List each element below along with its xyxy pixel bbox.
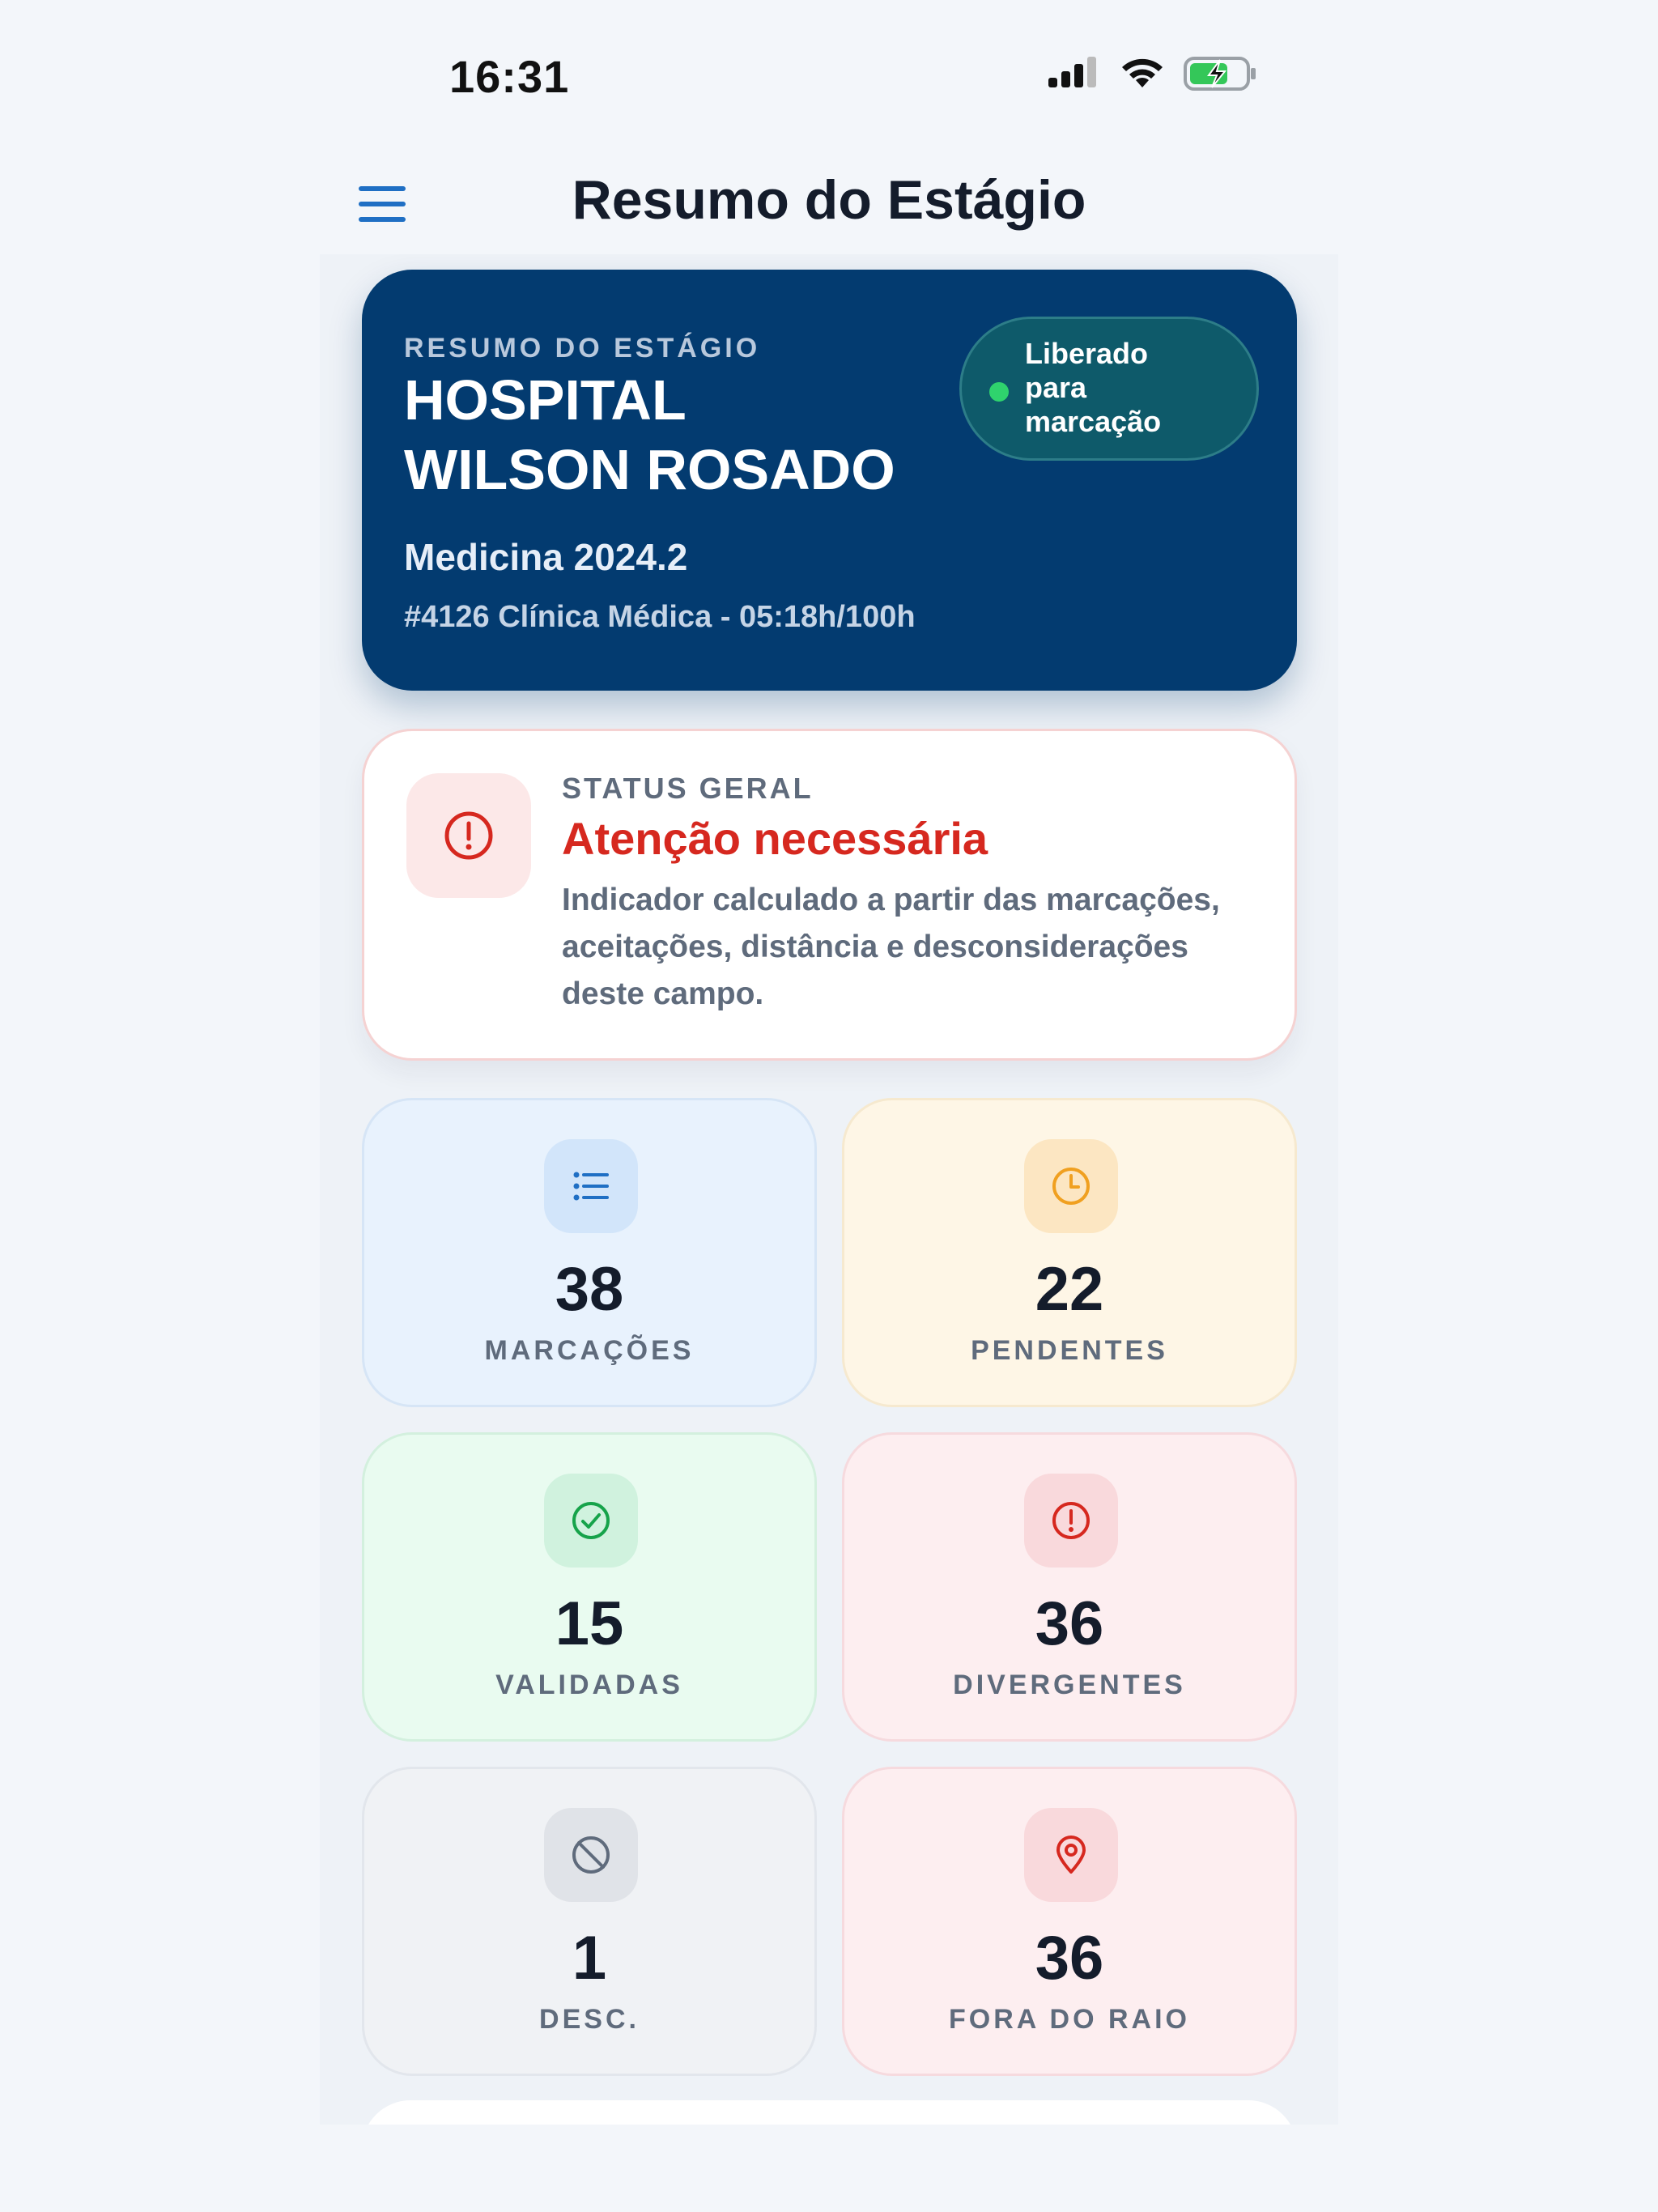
stat-icon-box xyxy=(544,1139,638,1233)
stat-tile-validadas[interactable]: 15 VALIDADAS xyxy=(362,1432,817,1742)
stat-tile-fora-do-raio[interactable]: 36 FORA DO RAIO xyxy=(842,1767,1297,2076)
hero-eyebrow: RESUMO DO ESTÁGIO xyxy=(404,333,761,364)
check-circle-icon xyxy=(572,1502,610,1539)
badge-label-line2: para xyxy=(1025,371,1087,404)
badge-label-line3: marcação xyxy=(1025,405,1162,438)
stat-label: DIVERGENTES xyxy=(953,1670,1186,1700)
internship-summary-card: RESUMO DO ESTÁGIO HOSPITAL WILSON ROSADO… xyxy=(362,270,1297,691)
stat-icon-box xyxy=(544,1808,638,1902)
wifi-icon xyxy=(1122,58,1163,87)
course-detail: #4126 Clínica Médica - 05:18h/100h xyxy=(404,600,916,634)
stat-tile-divergentes[interactable]: 36 DIVERGENTES xyxy=(842,1432,1297,1742)
status-title: Atenção necessária xyxy=(562,813,988,864)
stat-label: PENDENTES xyxy=(971,1335,1168,1366)
stat-label: FORA DO RAIO xyxy=(949,2004,1190,2035)
content-area: RESUMO DO ESTÁGIO HOSPITAL WILSON ROSADO… xyxy=(320,254,1338,2125)
alert-circle-icon xyxy=(444,811,493,860)
stat-label: DESC. xyxy=(539,2004,640,2035)
app-screen: 16:31 Resumo do Estágio RESUMO DO ESTÁGI… xyxy=(318,0,1340,2212)
stat-value: 1 xyxy=(572,1924,607,1993)
hospital-name: HOSPITAL WILSON ROSADO xyxy=(404,365,954,504)
status-time: 16:31 xyxy=(449,51,570,102)
status-dot-icon xyxy=(989,382,1009,402)
stat-tile-marcacoes[interactable]: 38 MARCAÇÕES xyxy=(362,1098,817,1407)
stat-value: 15 xyxy=(555,1589,624,1658)
map-pin-icon xyxy=(1056,1836,1086,1874)
stat-value: 36 xyxy=(1035,1924,1104,1993)
stat-value: 36 xyxy=(1035,1589,1104,1658)
alert-circle-icon xyxy=(1052,1502,1090,1539)
stat-icon-box xyxy=(1024,1139,1118,1233)
stat-value: 22 xyxy=(1035,1255,1104,1324)
general-status-card: STATUS GERAL Atenção necessária Indicado… xyxy=(362,729,1297,1061)
stat-icon-box xyxy=(544,1474,638,1568)
stat-icon-box xyxy=(1024,1474,1118,1568)
stat-label: MARCAÇÕES xyxy=(484,1335,695,1366)
availability-badge: Liberado para marcação xyxy=(959,317,1259,461)
ban-icon xyxy=(572,1836,610,1874)
signal-icon xyxy=(1048,57,1096,87)
badge-label-line1: Liberado xyxy=(1025,337,1149,370)
stat-label: VALIDADAS xyxy=(495,1670,683,1700)
list-icon xyxy=(573,1172,609,1201)
badge-label: Liberado para marcação xyxy=(1025,337,1235,439)
status-description: Indicador calculado a partir das marcaçõ… xyxy=(562,883,1220,1011)
battery-charging-icon xyxy=(1184,57,1256,91)
hospital-name-line2: WILSON ROSADO xyxy=(404,438,895,501)
page-title: Resumo do Estágio xyxy=(572,169,1086,231)
status-label: STATUS GERAL xyxy=(562,772,814,805)
course-name: Medicina 2024.2 xyxy=(404,536,688,578)
clock-icon xyxy=(1052,1168,1090,1205)
hospital-name-line1: HOSPITAL xyxy=(404,368,687,432)
stat-tile-pendentes[interactable]: 22 PENDENTES xyxy=(842,1098,1297,1407)
status-icon-box xyxy=(406,773,531,898)
next-section-card xyxy=(362,2100,1297,2125)
stat-value: 38 xyxy=(555,1255,624,1324)
stat-tile-desconsideradas[interactable]: 1 DESC. xyxy=(362,1767,817,2076)
stat-icon-box xyxy=(1024,1808,1118,1902)
status-bar: 16:31 xyxy=(318,0,1340,154)
navigation-bar: Resumo do Estágio xyxy=(318,154,1340,251)
